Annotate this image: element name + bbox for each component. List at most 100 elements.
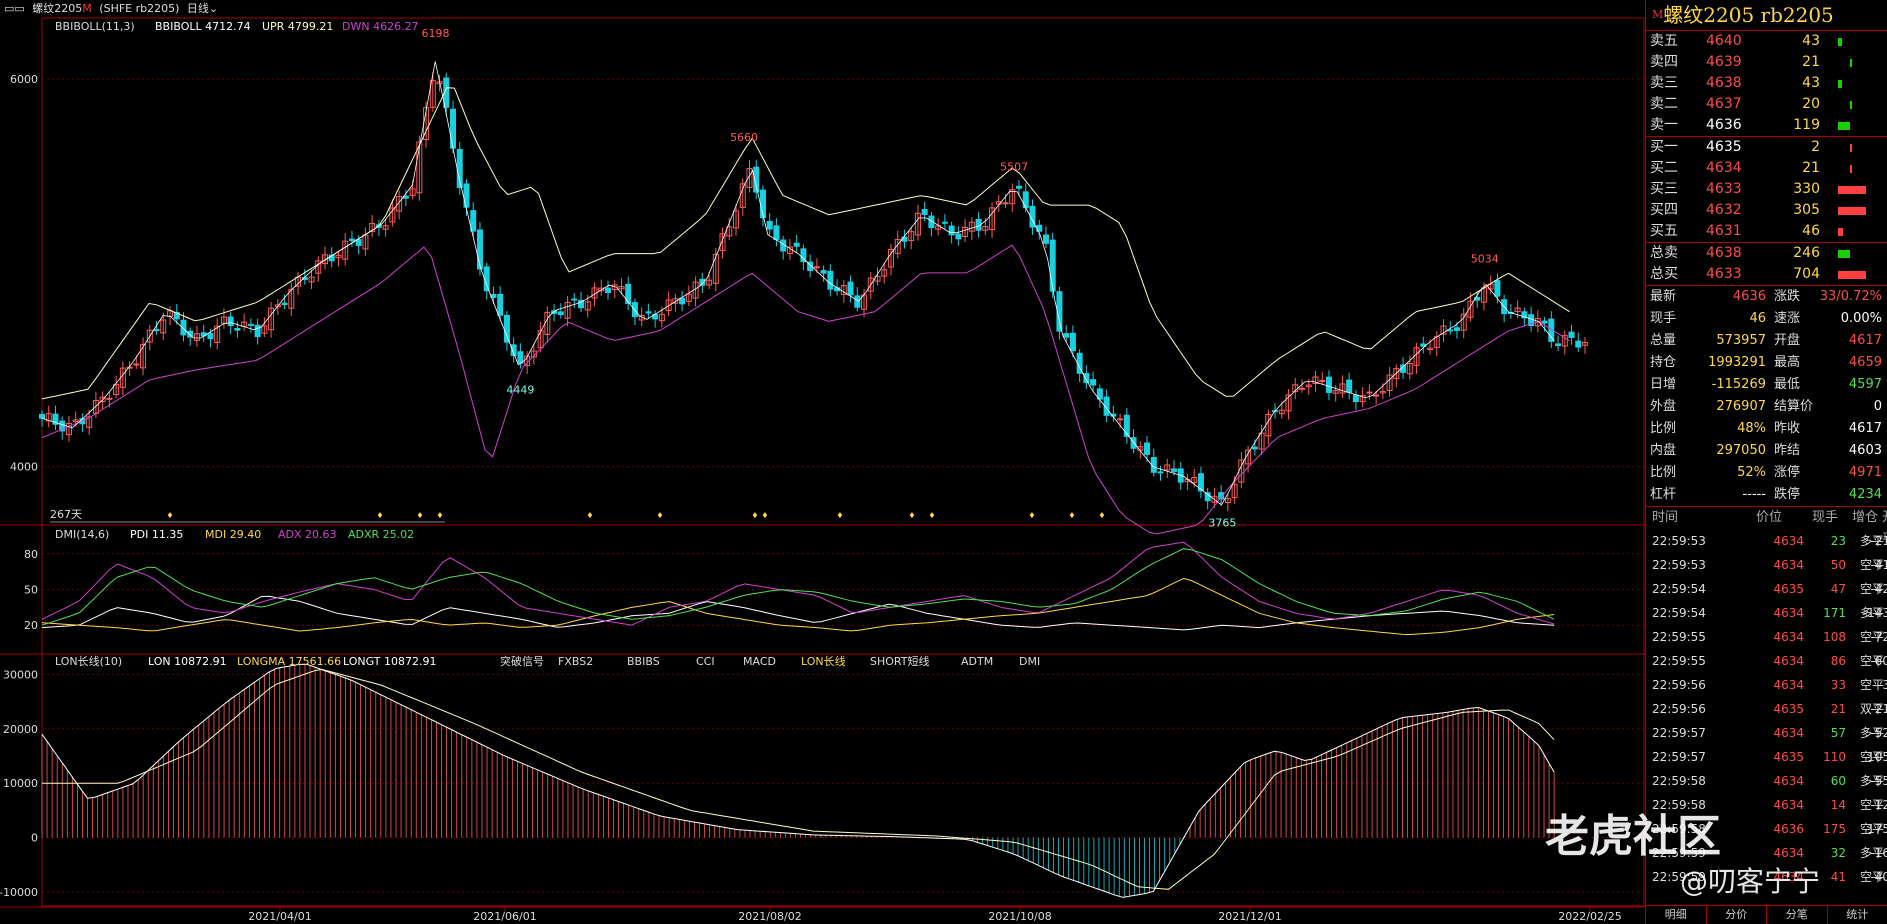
order-book-row[interactable]: 卖三 4638 43 (1646, 73, 1887, 94)
order-book-row[interactable]: 卖五 4640 43 (1646, 31, 1887, 52)
indicator-tab[interactable]: DMI (1019, 655, 1040, 668)
order-book-row[interactable]: 卖二 4637 20 (1646, 94, 1887, 115)
stat-value: 52% (1737, 465, 1766, 480)
tick-time: 22:59:58 (1652, 774, 1706, 788)
tick-row[interactable]: 22:59:56 4634 33 -3 空平 (1646, 673, 1887, 697)
indicator-tab[interactable]: FXBS2 (558, 655, 593, 668)
y-tick-label: 30000 (3, 668, 38, 681)
order-book-row[interactable]: 买四 4632 305 (1646, 200, 1887, 221)
stat-value: 0.00% (1840, 311, 1882, 326)
lon-name: LON长线(10) (55, 654, 122, 668)
order-book-row[interactable]: 买五 4631 46 (1646, 221, 1887, 242)
tick-row[interactable]: 22:59:55 4634 86 -60 空平 (1646, 649, 1887, 673)
y-tick-label: 0 (31, 832, 38, 845)
order-book-row[interactable]: 卖一 4636 119 (1646, 115, 1887, 136)
order-book-row[interactable]: 买二 4634 21 (1646, 158, 1887, 179)
signal-marker: ♦ (1068, 511, 1075, 520)
candle-body (1366, 391, 1373, 394)
stat-row: 内盘 297050 昨结 4603 (1646, 440, 1887, 462)
tick-column-header[interactable]: 时间 (1652, 507, 1678, 529)
tick-row[interactable]: 22:59:58 4634 60 -55 多平 (1646, 769, 1887, 793)
indicator-tab[interactable]: 突破信号 (500, 654, 544, 668)
indicator-tab[interactable]: BBIBS (627, 655, 660, 668)
order-book-row[interactable]: 总卖 4638 246 (1646, 243, 1887, 264)
level-price: 4631 (1706, 223, 1742, 239)
panel-tab[interactable]: 分笔 (1767, 906, 1828, 924)
indicator-tab[interactable]: MACD (743, 655, 776, 668)
boll-value: BBIBOLL 4712.74 (155, 20, 251, 33)
tick-volume: 23 (1830, 534, 1846, 548)
tick-row[interactable]: 22:59:55 4634 108 -72 空平 (1646, 625, 1887, 649)
candle-body (800, 248, 807, 263)
candle-body (1346, 379, 1353, 393)
y-tick-label: 6000 (10, 73, 38, 86)
level-label: 总卖 (1650, 245, 1678, 261)
tick-row[interactable]: 22:59:54 4635 47 -42 空平 (1646, 577, 1887, 601)
panel-tab[interactable]: 分价 (1707, 906, 1767, 924)
level-label: 买二 (1650, 160, 1678, 176)
candle-body (557, 311, 564, 316)
candle-body (766, 220, 773, 230)
tick-column-header[interactable]: 价位 (1756, 507, 1782, 529)
stat-label: 开盘 (1774, 333, 1801, 348)
order-book-row[interactable]: 总买 4633 704 (1646, 264, 1887, 285)
tick-direction: 空平 (1860, 630, 1885, 644)
candle-body (1555, 343, 1562, 347)
extreme-label: 4449 (506, 384, 534, 397)
plot-frame (41, 17, 1645, 907)
order-book-row[interactable]: 买三 4633 330 (1646, 179, 1887, 200)
tick-direction: 双平 (1860, 702, 1885, 716)
tick-price: 4634 (1773, 774, 1804, 788)
indicator-tab[interactable]: SHORT短线 (870, 654, 929, 668)
tick-column-header[interactable]: 现手 (1812, 507, 1838, 529)
chart-area[interactable]: 400060006198444956605507376550342021/04/… (0, 0, 1645, 924)
signal-marker: ♦ (376, 511, 383, 520)
stat-value: 4659 (1848, 355, 1882, 370)
adxr-value: ADXR 25.02 (348, 528, 414, 541)
level-label: 卖二 (1650, 96, 1678, 112)
stat-label: 昨结 (1774, 443, 1801, 458)
pdi-value: PDI 11.35 (130, 528, 183, 541)
candle-body (1204, 492, 1211, 502)
tick-direction: 空平 (1860, 870, 1885, 884)
order-book-row[interactable]: 买一 4635 2 (1646, 137, 1887, 158)
tick-volume: 110 (1823, 750, 1846, 764)
candle-body (1575, 340, 1582, 348)
level-volume: 119 (1793, 117, 1820, 133)
tick-price: 4635 (1773, 702, 1804, 716)
level-price: 4633 (1706, 266, 1742, 282)
level-volume: 2 (1811, 139, 1820, 155)
y-tick-label: 10000 (3, 777, 38, 790)
tick-row[interactable]: 22:59:54 4634 171 -143 多平 (1646, 601, 1887, 625)
tick-column-header[interactable]: 增仓 (1852, 507, 1878, 529)
tick-direction: 空平 (1860, 798, 1885, 812)
stat-value: 4617 (1848, 333, 1882, 348)
stat-label: 总量 (1650, 333, 1677, 348)
dmi-adxr-line (41, 548, 1555, 626)
stat-label: 速涨 (1774, 311, 1801, 326)
tick-row[interactable]: 22:59:53 4634 50 -41 空平 (1646, 553, 1887, 577)
candle-body (517, 351, 524, 364)
lon-line (41, 663, 1555, 898)
candle-body (476, 229, 483, 270)
stat-value: 48% (1737, 421, 1766, 436)
panel-tab[interactable]: 统计 (1828, 906, 1887, 924)
candle-body (153, 329, 160, 332)
order-book-row[interactable]: 卖四 4639 21 (1646, 52, 1887, 73)
tick-time: 22:59:53 (1652, 534, 1706, 548)
extreme-label: 5660 (730, 131, 758, 144)
tick-row[interactable]: 22:59:57 4635 110 -105 空平 (1646, 745, 1887, 769)
book-totals: 总卖 4638 246 总买 4633 704 (1646, 243, 1887, 285)
tick-price: 4634 (1773, 798, 1804, 812)
panel-tab[interactable]: 明细 (1646, 906, 1707, 924)
indicator-tab[interactable]: ADTM (961, 655, 993, 668)
tick-row[interactable]: 22:59:56 4635 21 -21 双平 (1646, 697, 1887, 721)
indicator-tab[interactable]: CCI (696, 655, 715, 668)
candle-body (247, 323, 254, 326)
candle-body (355, 239, 362, 246)
candle-body (1049, 239, 1056, 292)
candle-body (773, 225, 780, 241)
tick-row[interactable]: 22:59:57 4634 57 -52 多平 (1646, 721, 1887, 745)
indicator-tab[interactable]: LON长线 (801, 654, 846, 668)
tick-row[interactable]: 22:59:53 4634 23 -21 多平 (1646, 529, 1887, 553)
